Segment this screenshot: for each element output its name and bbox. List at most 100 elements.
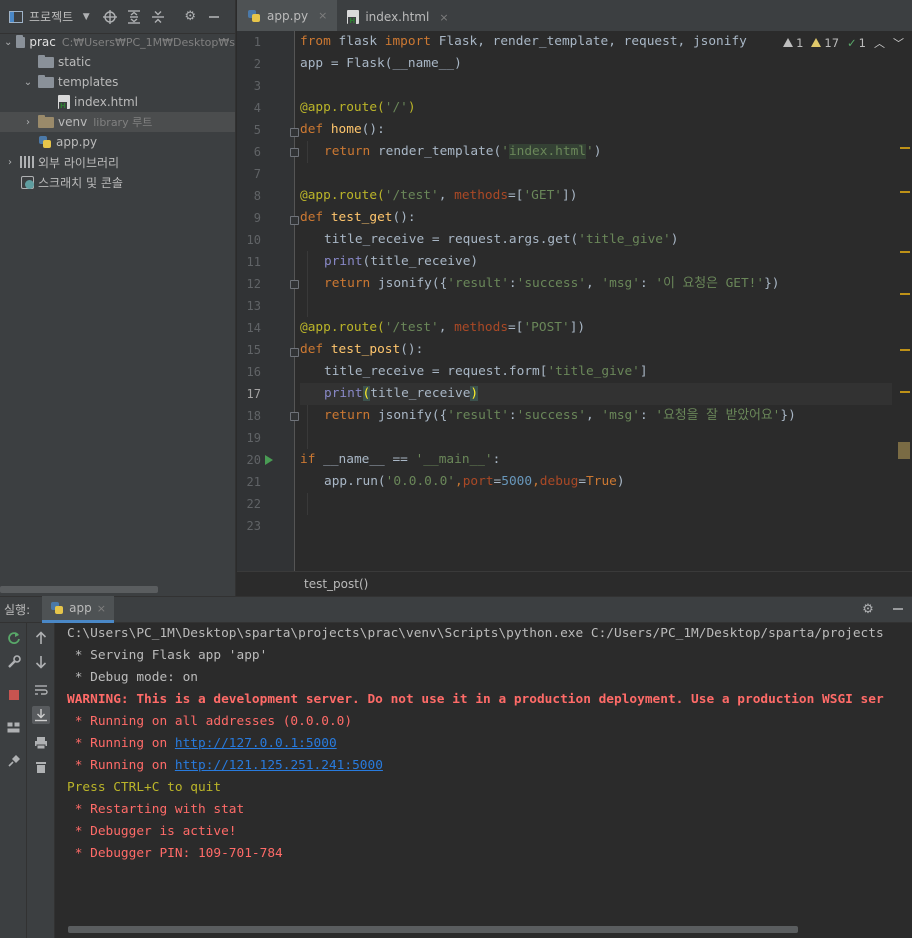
console-horizontal-scrollbar[interactable] bbox=[68, 926, 798, 933]
code-line-10: title_receive = request.args.get('title_… bbox=[324, 232, 679, 247]
chevron-down-icon[interactable]: ⌄ bbox=[22, 77, 34, 88]
inspection-widget[interactable]: 1 17 ✓ 1 ︿ ﹀ bbox=[783, 35, 904, 51]
line-number[interactable]: 9 bbox=[237, 207, 261, 229]
line-number[interactable]: 11 bbox=[237, 251, 261, 273]
line-gutter[interactable]: 1 2 3 4 5 6 7 8 9 10 11 12 13 14 15 16 17 18 19 20 21 22 23 bbox=[237, 31, 299, 571]
trash-icon[interactable] bbox=[32, 758, 50, 776]
tree-item-venv[interactable]: › venv library 루트 bbox=[0, 112, 235, 132]
project-horizontal-scrollbar[interactable] bbox=[0, 586, 158, 593]
tree-item-scratches[interactable]: 스크래치 및 콘솔 bbox=[0, 172, 235, 192]
tree-item-label: index.html bbox=[74, 95, 138, 109]
line-number[interactable]: 15 bbox=[237, 339, 261, 361]
stripe-mark[interactable] bbox=[900, 251, 910, 253]
code-area[interactable]: from flask import Flask, render_template… bbox=[300, 31, 892, 571]
collapse-all-icon[interactable] bbox=[150, 9, 166, 25]
error-stripe[interactable] bbox=[898, 31, 912, 571]
line-number[interactable]: 21 bbox=[237, 471, 261, 493]
line-number[interactable]: 20 bbox=[237, 449, 261, 471]
layout-icon[interactable] bbox=[5, 719, 23, 737]
arrow-down-icon[interactable] bbox=[32, 653, 50, 671]
line-number[interactable]: 18 bbox=[237, 405, 261, 427]
line-number[interactable]: 17 bbox=[237, 383, 261, 405]
breadcrumb-bar: test_post() bbox=[237, 571, 912, 596]
chevron-down-icon: ▼ bbox=[82, 11, 90, 22]
line-number[interactable]: 13 bbox=[237, 295, 261, 317]
pin-icon[interactable] bbox=[5, 752, 23, 770]
tab-app-py[interactable]: app.py × bbox=[237, 0, 338, 34]
line-number[interactable]: 12 bbox=[237, 273, 261, 295]
tree-item-templates[interactable]: ⌄ templates bbox=[0, 72, 235, 92]
tree-item-prac[interactable]: ⌄ prac C:₩Users₩PC_1M₩Desktop₩s bbox=[0, 32, 235, 52]
stripe-caret-block[interactable] bbox=[898, 442, 910, 459]
line-number[interactable]: 22 bbox=[237, 493, 261, 515]
tree-item-app-py[interactable]: app.py bbox=[0, 132, 235, 152]
chevron-right-icon[interactable]: › bbox=[22, 117, 34, 128]
run-gutter-icon[interactable] bbox=[265, 455, 273, 465]
close-icon[interactable]: × bbox=[318, 9, 327, 22]
locate-file-icon[interactable] bbox=[102, 9, 118, 25]
run-tab-app[interactable]: app × bbox=[42, 596, 114, 623]
code-line-6: return render_template('index.html') bbox=[324, 144, 602, 159]
tree-item-external-libraries[interactable]: › 외부 라이브러리 bbox=[0, 152, 235, 172]
line-number[interactable]: 10 bbox=[237, 229, 261, 251]
line-number[interactable]: 2 bbox=[237, 53, 261, 75]
console-link[interactable]: http://121.125.251.241:5000 bbox=[175, 758, 383, 773]
console-link[interactable]: http://127.0.0.1:5000 bbox=[175, 736, 337, 751]
minimize-icon[interactable] bbox=[206, 9, 222, 25]
code-editor[interactable]: 1 2 3 4 5 6 7 8 9 10 11 12 13 14 15 16 17 18 19 20 21 22 23 fr… bbox=[237, 31, 912, 571]
wrench-icon[interactable] bbox=[5, 653, 23, 671]
stripe-mark[interactable] bbox=[900, 147, 910, 149]
chevron-down-icon[interactable]: ⌄ bbox=[4, 37, 12, 48]
run-console[interactable]: C:\Users\PC_1M\Desktop\sparta\projects\p… bbox=[55, 623, 912, 928]
line-number[interactable]: 16 bbox=[237, 361, 261, 383]
print-icon[interactable] bbox=[32, 734, 50, 752]
stripe-mark[interactable] bbox=[900, 349, 910, 351]
breadcrumb[interactable]: test_post() bbox=[304, 577, 368, 591]
line-number[interactable]: 5 bbox=[237, 119, 261, 141]
fold-marker[interactable] bbox=[290, 216, 299, 225]
line-number[interactable]: 23 bbox=[237, 515, 261, 537]
run-panel-header: 실행: app × ⚙ bbox=[0, 596, 912, 623]
tree-item-label: venv bbox=[58, 115, 88, 129]
tab-label: app.py bbox=[267, 8, 309, 23]
line-number[interactable]: 4 bbox=[237, 97, 261, 119]
project-view-selector[interactable]: 프로젝트 ▼ bbox=[8, 8, 94, 25]
tab-index-html[interactable]: index.html × bbox=[337, 0, 458, 34]
gear-icon[interactable]: ⚙ bbox=[860, 601, 876, 617]
fold-marker[interactable] bbox=[290, 280, 299, 289]
arrow-up-icon[interactable] bbox=[32, 629, 50, 647]
project-title: 프로젝트 bbox=[29, 10, 74, 24]
line-number[interactable]: 19 bbox=[237, 427, 261, 449]
gear-icon[interactable]: ⚙ bbox=[182, 9, 198, 25]
fold-marker[interactable] bbox=[290, 348, 299, 357]
expand-all-icon[interactable] bbox=[126, 9, 142, 25]
minimize-icon[interactable] bbox=[890, 601, 906, 617]
warning-count[interactable]: 17 bbox=[811, 36, 839, 50]
close-icon[interactable]: × bbox=[97, 602, 106, 615]
console-line: * Debugger is active! bbox=[67, 824, 237, 839]
rerun-icon[interactable] bbox=[5, 629, 23, 647]
tree-item-static[interactable]: static bbox=[0, 52, 235, 72]
tree-item-label: static bbox=[58, 55, 91, 69]
typo-count[interactable]: ✓ 1 bbox=[847, 36, 866, 50]
stripe-mark[interactable] bbox=[900, 293, 910, 295]
line-number[interactable]: 6 bbox=[237, 141, 261, 163]
chevron-right-icon[interactable]: › bbox=[4, 157, 16, 168]
fold-marker[interactable] bbox=[290, 148, 299, 157]
soft-wrap-icon[interactable] bbox=[32, 681, 50, 699]
stripe-mark[interactable] bbox=[900, 191, 910, 193]
line-number[interactable]: 7 bbox=[237, 163, 261, 185]
chevron-up-icon[interactable]: ︿ bbox=[874, 35, 885, 51]
close-icon[interactable]: × bbox=[439, 11, 448, 24]
stop-icon[interactable] bbox=[5, 686, 23, 704]
fold-marker[interactable] bbox=[290, 412, 299, 421]
scroll-to-end-icon[interactable] bbox=[32, 706, 50, 724]
line-number[interactable]: 8 bbox=[237, 185, 261, 207]
weak-warning-count[interactable]: 1 bbox=[783, 36, 803, 50]
line-number[interactable]: 1 bbox=[237, 31, 261, 53]
line-number[interactable]: 14 bbox=[237, 317, 261, 339]
stripe-mark[interactable] bbox=[900, 391, 910, 393]
tree-item-index-html[interactable]: index.html bbox=[0, 92, 235, 112]
fold-marker[interactable] bbox=[290, 128, 299, 137]
line-number[interactable]: 3 bbox=[237, 75, 261, 97]
